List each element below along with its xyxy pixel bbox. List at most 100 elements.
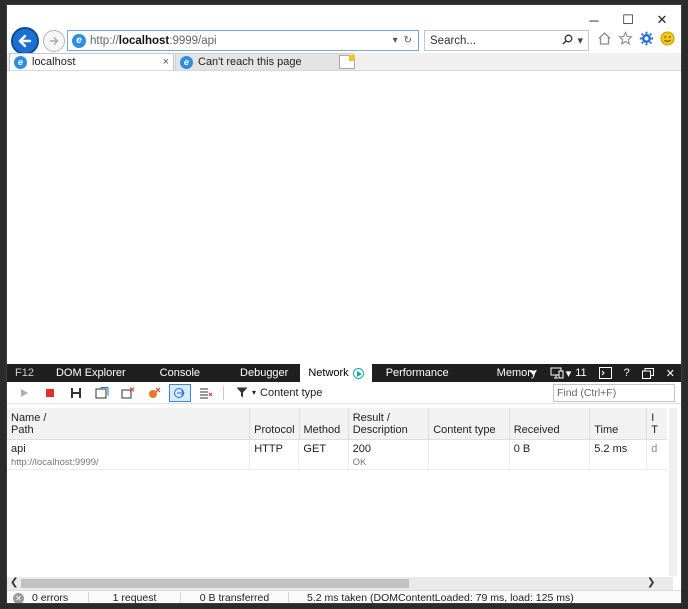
search-actions: ▾ [562,34,588,48]
window-controls: ─ ☐ ✕ [577,11,679,29]
content-type-filter[interactable]: ▾ Content type [236,387,322,399]
clear-entries-on-navigate-icon[interactable] [117,384,139,402]
export-save-icon[interactable] [65,384,87,402]
column-protocol[interactable]: Protocol [250,408,300,439]
tab-performance[interactable]: Performance [372,364,463,382]
ie-logo-icon: e [72,33,86,48]
start-profiling-icon[interactable] [13,384,35,402]
horizontal-scrollbar[interactable]: ❮ ❯ [7,577,673,590]
new-tab-button[interactable] [339,55,355,69]
tab-network[interactable]: Network [300,364,372,382]
close-window-button[interactable]: ✕ [645,11,679,29]
filter-funnel-icon [236,387,248,398]
network-status-bar: ✕ 0 errors 1 request 0 B transferred 5.2… [7,590,681,604]
tab-cant-reach[interactable]: e Can't reach this page [175,53,354,70]
cell-initiator: d [651,443,658,455]
clear-cache-icon[interactable] [143,384,165,402]
vertical-scrollbar[interactable] [669,408,677,576]
favorites-star-icon[interactable] [618,31,633,46]
minimize-button[interactable]: ─ [577,11,611,29]
result-description: OK [352,457,367,468]
tab-debugger[interactable]: Debugger [220,364,300,382]
cell-name: api http://localhost:9999/ [7,440,251,469]
table-row[interactable]: api http://localhost:9999/ HTTP GET 200 … [7,440,667,470]
search-dropdown-icon[interactable]: ▾ [577,34,583,48]
tab-localhost[interactable]: e localhost × [9,53,174,70]
emulation-monitor-icon[interactable]: ▾ 11 [544,364,593,382]
play-circle-icon [352,367,364,379]
tab-label: Can't reach this page [198,56,302,68]
scroll-right-icon[interactable]: ❯ [647,577,655,588]
error-x-icon: ✕ [13,592,24,603]
network-requests-table: Name / Path Protocol Method Result / Des… [7,408,667,576]
record-redirects-icon[interactable] [169,383,191,402]
search-box[interactable]: Search... ▾ [424,30,589,51]
requests-count: 1 request [89,591,181,603]
column-name-path[interactable]: Name / Path [7,408,251,439]
tab-close-button[interactable]: × [163,56,169,68]
tab-console[interactable]: Console [140,364,220,382]
column-content-type[interactable]: Content type [429,408,510,439]
scrollbar-thumb[interactable] [21,579,409,588]
cell-received: 0 B [510,440,591,469]
toolbar-divider [223,385,224,400]
timing-summary: 5.2 ms taken (DOMContentLoaded: 79 ms, l… [307,592,574,604]
always-refresh-icon[interactable] [91,384,113,402]
table-header: Name / Path Protocol Method Result / Des… [7,408,667,440]
devtools-tab-bar: F12 DOM Explorer Console Debugger Networ… [7,364,681,382]
maximize-button[interactable]: ☐ [611,11,645,29]
request-name: api [11,443,26,455]
gear-icon[interactable] [639,31,654,46]
help-icon[interactable]: ? [618,364,636,382]
scroll-left-icon[interactable]: ❮ [10,577,18,588]
errors-count: ✕ 0 errors [7,591,89,603]
column-initiator[interactable]: I T [647,408,667,439]
dropdown-icon[interactable]: ▾ [393,35,398,46]
home-icon[interactable] [597,31,612,46]
browser-toolbar-icons [597,31,675,46]
search-input[interactable]: Search... [430,35,562,47]
f12-label: F12 [15,367,34,379]
column-method[interactable]: Method [300,408,349,439]
refresh-icon[interactable]: ↻ [404,35,412,46]
smiley-feedback-icon[interactable] [660,31,675,46]
address-bar[interactable]: e http://localhost:9999/api ▾ ↻ [67,30,419,51]
column-time[interactable]: Time [590,408,648,439]
overflow-menu-icon[interactable]: ⏷ [523,364,544,382]
address-actions: ▾ ↻ [393,35,418,46]
ie-page-icon: e [14,55,27,69]
cell-method: GET [299,440,349,469]
console-toggle-icon[interactable] [593,364,618,382]
tab-strip: e localhost × e Can't reach this page [7,53,681,71]
tab-label: localhost [32,56,76,68]
filter-label: Content type [260,386,323,399]
transferred-amount: 0 B transferred [181,591,289,603]
back-button[interactable] [11,27,39,55]
find-input[interactable]: Find (Ctrl+F) [553,384,675,402]
close-devtools-icon[interactable]: ✕ [660,364,681,382]
browser-window: ─ ☐ ✕ e http://localhost:9999/api ▾ ↻ Se… [6,4,682,604]
address-text[interactable]: http://localhost:9999/api [90,35,393,47]
page-content [7,72,681,364]
forward-button[interactable] [43,30,65,52]
ie-page-icon: e [180,55,193,69]
column-received[interactable]: Received [510,408,591,439]
cell-protocol: HTTP [250,440,300,469]
arrow-right-icon [50,36,59,46]
search-icon[interactable] [562,34,573,48]
network-toolbar: ▾ Content type Find (Ctrl+F) [7,382,681,404]
filter-dropdown-icon: ▾ [252,388,257,397]
arrow-left-icon [18,34,32,48]
tab-network-label: Network [308,367,349,379]
devtools-right-controls: ⏷ ▾ 11 ? ✕ [523,364,681,382]
result-code: 200 [352,443,371,455]
devtools-panel: F12 DOM Explorer Console Debugger Networ… [7,364,681,604]
undock-icon[interactable] [636,364,660,382]
stop-profiling-icon[interactable] [39,384,61,402]
cell-content-type [429,440,510,469]
clear-session-icon[interactable] [195,384,217,402]
column-result-description[interactable]: Result / Description [349,408,430,439]
request-path: http://localhost:9999/ [11,457,99,468]
cell-time: 5.2 ms [590,440,648,469]
tab-dom-explorer[interactable]: DOM Explorer [42,364,140,382]
